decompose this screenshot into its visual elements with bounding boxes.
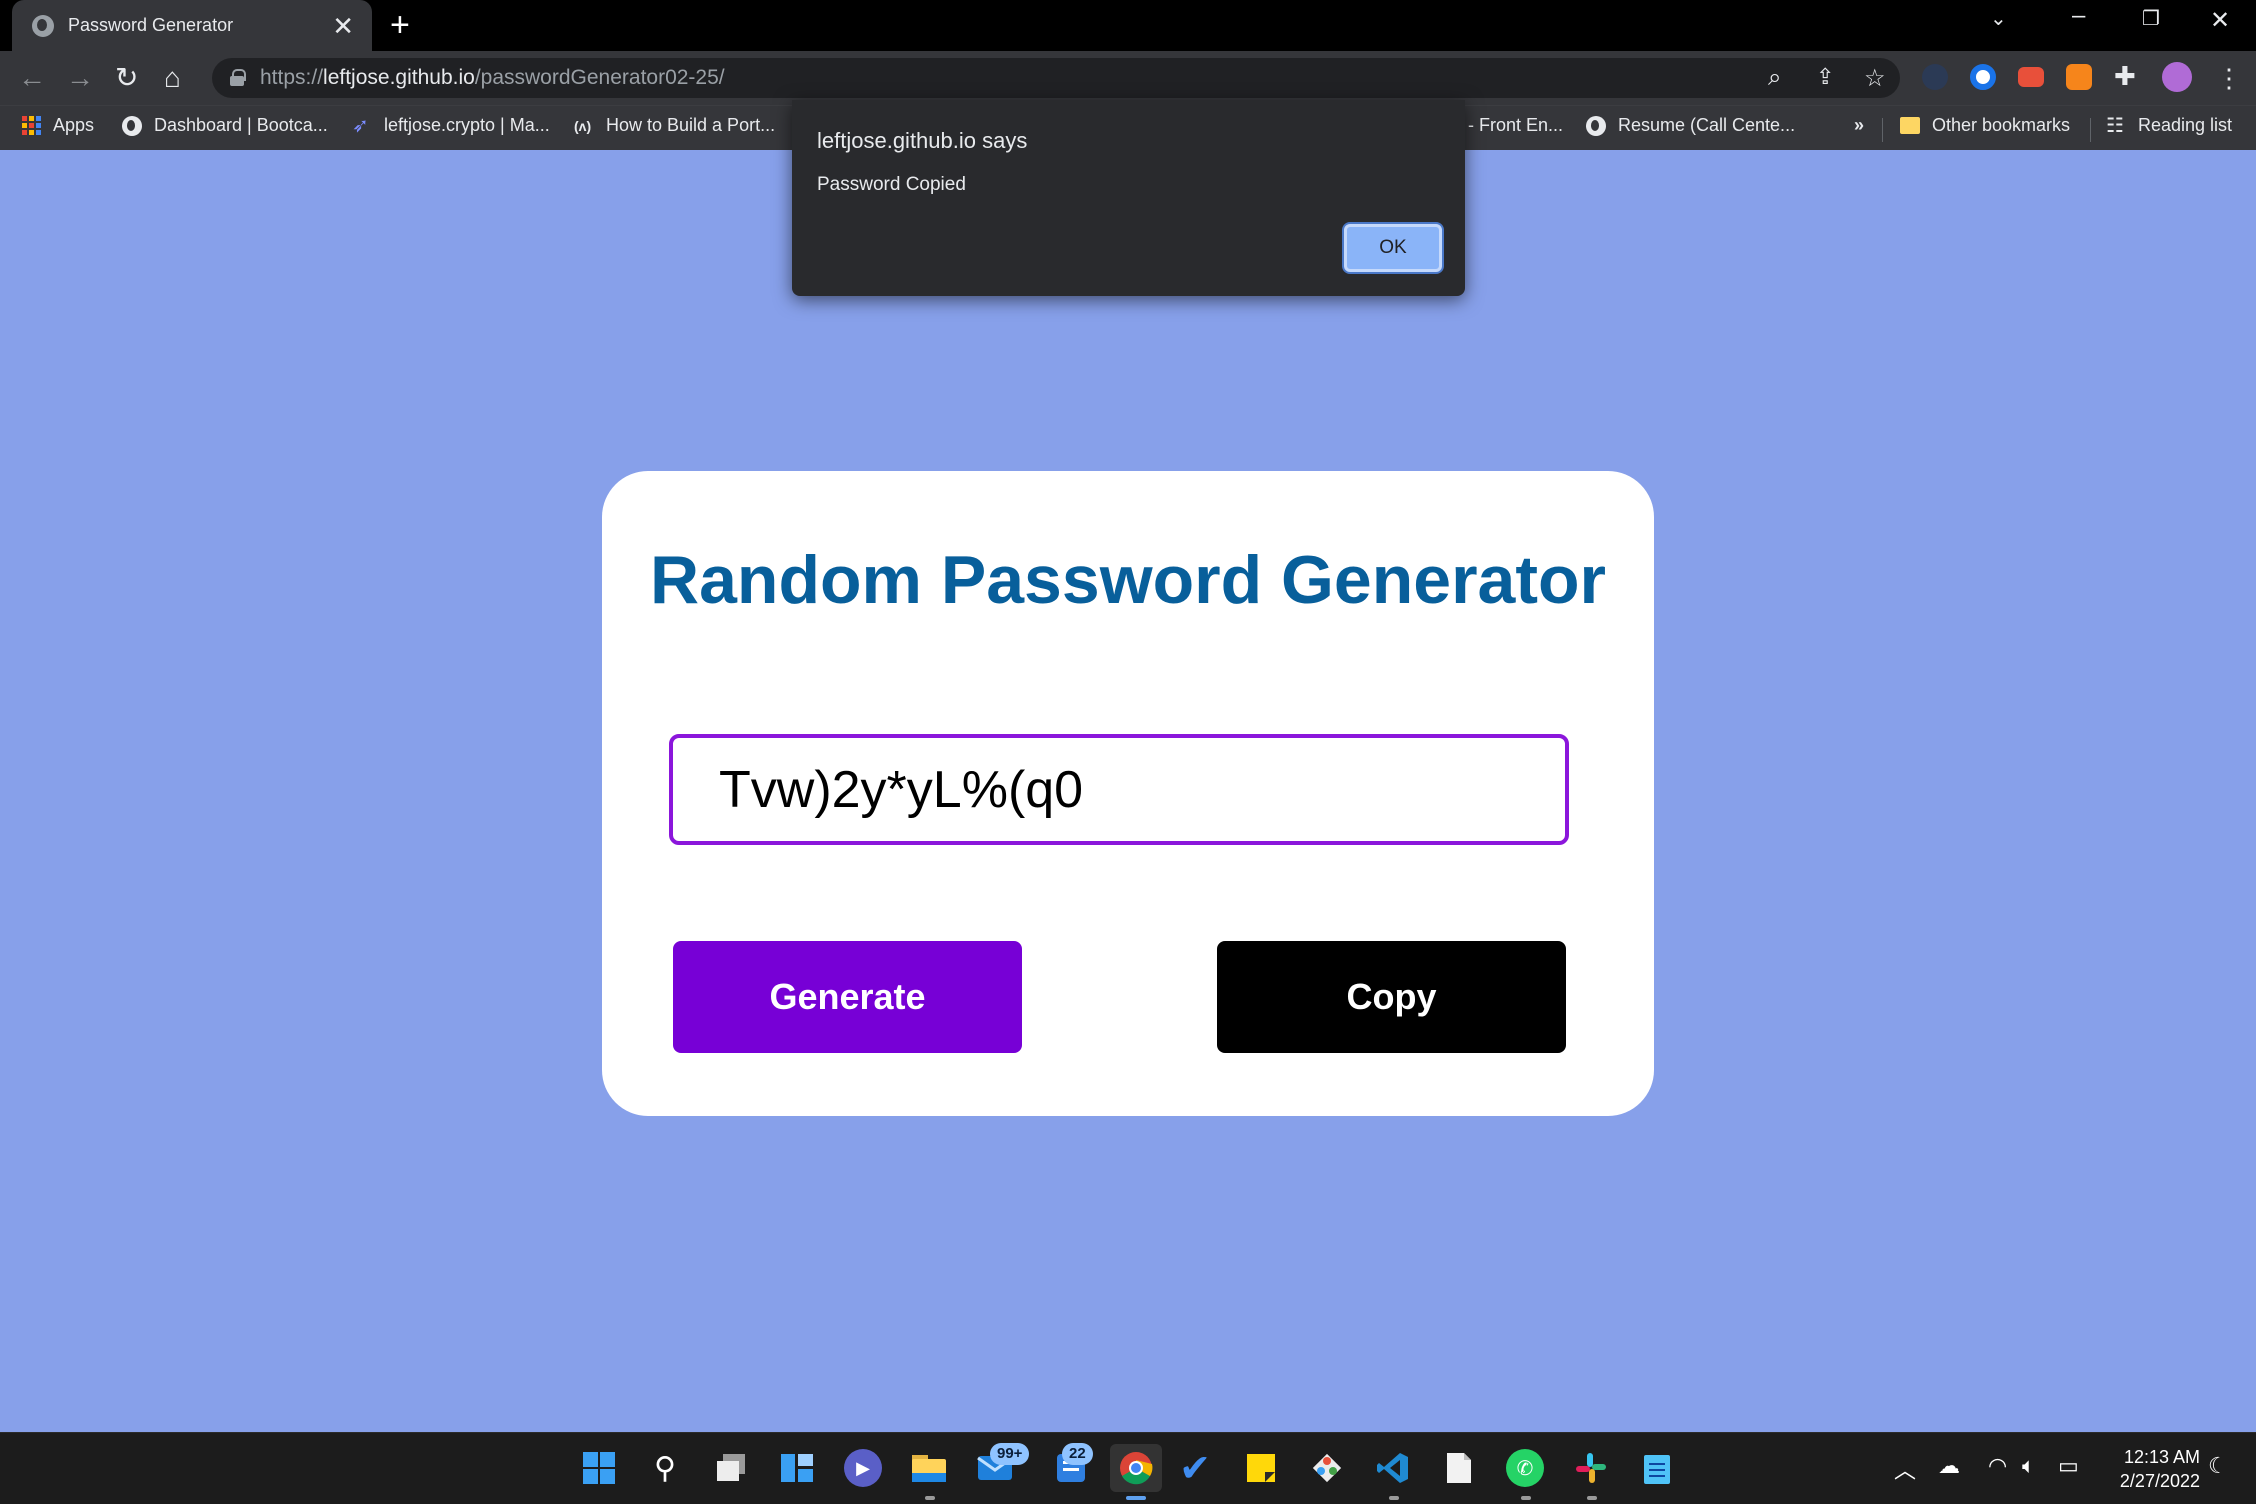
extension-1password-icon[interactable] (1970, 64, 1996, 90)
bookmark-star-icon[interactable]: ☆ (1864, 64, 1886, 93)
bookmark-label: leftjose.crypto | Ma... (384, 115, 550, 135)
task-view-icon[interactable] (712, 1449, 750, 1487)
bookmark-dashboard[interactable]: Dashboard | Bootca... (122, 115, 328, 136)
globe-icon (122, 115, 142, 136)
bookmark-other[interactable]: Other bookmarks (1900, 115, 2070, 136)
url-text[interactable]: https://leftjose.github.io/passwordGener… (260, 66, 725, 90)
browser-toolbar: ← → ↻ ⌂ https://leftjose.github.io/passw… (0, 51, 2256, 105)
url-host: leftjose.github.io (323, 66, 475, 89)
search-icon[interactable]: ⚲ (646, 1449, 684, 1487)
close-tab-icon[interactable]: ✕ (332, 13, 354, 39)
mail-badge: 99+ (990, 1443, 1030, 1465)
window-close-icon[interactable]: ✕ (2210, 6, 2230, 35)
tab-title: Password Generator (68, 15, 234, 35)
bookmark-label: Other bookmarks (1932, 115, 2071, 135)
bookmark-separator (2090, 118, 2091, 142)
running-indicator (1126, 1496, 1146, 1500)
extension-video-icon[interactable] (2018, 67, 2044, 87)
reading-list-icon: ☷ (2106, 114, 2124, 137)
wifi-icon[interactable]: ◠ (1988, 1453, 2007, 1479)
chrome-icon[interactable] (1110, 1444, 1162, 1492)
bookmark-resume[interactable]: Resume (Call Cente... (1586, 115, 1795, 136)
code-icon: (ʌ) (574, 117, 592, 134)
zoom-icon[interactable]: ⌕ (1768, 64, 1781, 92)
extension-icon[interactable] (1922, 64, 1948, 90)
url-path: /passwordGenerator02-25/ (474, 66, 725, 89)
bookmark-label: Apps (53, 115, 95, 135)
home-icon[interactable]: ⌂ (164, 61, 181, 95)
profile-avatar[interactable] (2162, 62, 2192, 92)
bookmark-label: - Front En... (1468, 115, 1564, 135)
volume-icon[interactable]: 🔈︎ (2022, 1453, 2035, 1479)
running-indicator (1521, 1496, 1531, 1500)
clock-time: 12:13 AM (2123, 1447, 2200, 1467)
running-indicator (925, 1496, 935, 1500)
bookmark-portfolio[interactable]: (ʌ) How to Build a Port... (574, 115, 775, 136)
minimize-icon[interactable]: – (2072, 2, 2085, 30)
battery-icon[interactable]: ▭ (2058, 1453, 2079, 1479)
address-bar[interactable]: https://leftjose.github.io/passwordGener… (212, 58, 1900, 98)
running-indicator (1587, 1496, 1597, 1500)
reading-list-button[interactable]: ☷ Reading list (2106, 115, 2232, 136)
teams-chat-icon[interactable]: ▶ (844, 1449, 882, 1487)
page-background: Random Password Generator Generate Copy (0, 150, 2256, 1432)
lock-icon[interactable] (230, 69, 246, 86)
tab-strip: Password Generator ✕ + ⌄ – ❐ ✕ (0, 0, 2256, 51)
bookmark-label: Resume (Call Cente... (1618, 115, 1796, 135)
dialog-message: Password Copied (817, 174, 966, 195)
forward-icon[interactable]: → (66, 61, 94, 95)
sticky-notes-icon[interactable] (1242, 1449, 1280, 1487)
metamask-icon[interactable] (2066, 64, 2092, 90)
page-title: Random Password Generator (649, 542, 1607, 618)
alert-dialog: leftjose.github.io says Password Copied … (792, 100, 1465, 296)
globe-icon (32, 14, 54, 37)
clock-date: 2/27/2022 (2119, 1471, 2200, 1491)
password-field[interactable] (669, 734, 1569, 845)
vscode-icon[interactable] (1374, 1449, 1412, 1487)
dialog-ok-button[interactable]: OK (1344, 224, 1442, 272)
file-explorer-icon[interactable] (910, 1449, 948, 1487)
bookmark-apps[interactable]: Apps (22, 115, 94, 136)
notepad-icon[interactable] (1638, 1449, 1676, 1487)
generator-card: Random Password Generator Generate Copy (602, 471, 1654, 1116)
microsoft-todo-icon[interactable]: ✔ (1176, 1448, 1214, 1490)
taskbar: ⚲ ▶ 99+ 22 ✔ ✆ ︿ ☁ ◠ 🔈︎ ▭ 12:13 AM 2/27/… (0, 1432, 2256, 1504)
focus-assist-moon-icon[interactable]: ☾ (2208, 1453, 2228, 1479)
copy-button[interactable]: Copy (1217, 941, 1566, 1053)
bookmark-front-end[interactable]: - Front En... (1468, 115, 1563, 136)
dialog-title: leftjose.github.io says (817, 128, 1028, 153)
bookmark-label: How to Build a Port... (606, 115, 776, 135)
share-icon[interactable]: ⇪ (1816, 64, 1834, 90)
bookmark-label: Dashboard | Bootca... (154, 115, 328, 135)
bookmark-separator (1882, 118, 1883, 142)
menu-kebab-icon[interactable]: ⋮ (2216, 61, 2242, 95)
reload-icon[interactable]: ↻ (115, 61, 138, 95)
folder-icon (1900, 117, 1920, 134)
running-indicator (1389, 1496, 1399, 1500)
generate-button[interactable]: Generate (673, 941, 1022, 1053)
rocket-icon: ➶ (352, 114, 369, 137)
bookmark-leftjose-crypto[interactable]: ➶ leftjose.crypto | Ma... (352, 115, 550, 136)
new-tab-button[interactable]: + (390, 8, 410, 42)
url-scheme: https:// (260, 66, 324, 89)
bookmarks-overflow-button[interactable]: » (1854, 115, 1864, 136)
restore-icon[interactable]: ❐ (2142, 6, 2160, 31)
browser-tab[interactable]: Password Generator ✕ (12, 0, 372, 51)
tab-search-icon[interactable]: ⌄ (1990, 6, 2007, 31)
show-hidden-icons-chevron-icon[interactable]: ︿ (1894, 1453, 1916, 1485)
slack-icon[interactable] (1572, 1449, 1610, 1487)
weather-icon[interactable]: ☁ (1938, 1453, 1960, 1479)
notepad-file-icon[interactable] (1440, 1449, 1478, 1487)
start-windows-icon[interactable] (580, 1449, 618, 1487)
bookmark-label: Reading list (2138, 115, 2233, 135)
widgets-icon[interactable] (778, 1449, 816, 1487)
apps-grid-icon (22, 116, 41, 135)
whatsapp-icon[interactable]: ✆ (1506, 1449, 1544, 1487)
clock[interactable]: 12:13 AM 2/27/2022 (2090, 1445, 2200, 1493)
sourcetree-icon[interactable] (1308, 1449, 1346, 1487)
extensions-puzzle-icon[interactable]: ✚ (2114, 59, 2136, 93)
app-badge: 22 (1062, 1443, 1093, 1465)
globe-icon (1586, 115, 1606, 136)
back-icon[interactable]: ← (18, 61, 46, 95)
